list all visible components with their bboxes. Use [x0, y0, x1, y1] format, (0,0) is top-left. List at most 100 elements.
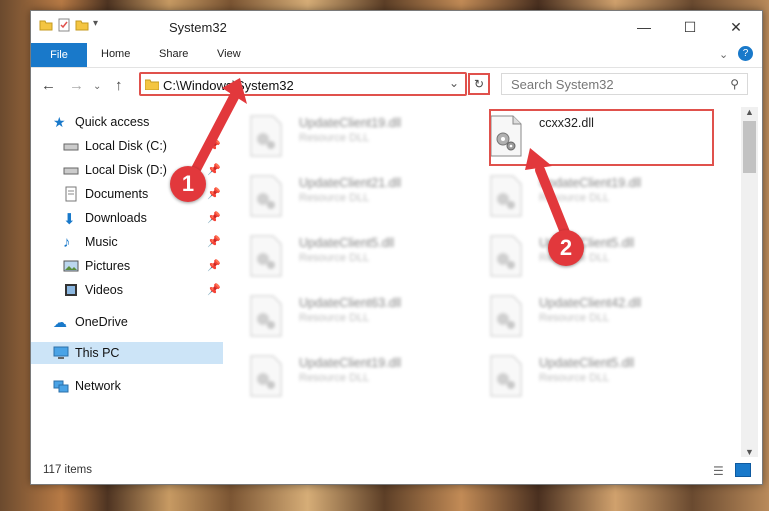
ribbon: File Home Share View ⌄ ?	[31, 43, 762, 68]
pin-icon: 📌	[207, 140, 221, 152]
dll-file-icon	[490, 355, 522, 397]
pin-icon: 📌	[207, 236, 221, 248]
tab-share[interactable]: Share	[159, 48, 188, 60]
file-type: Resource DLL	[299, 132, 370, 144]
file-name: UpdateClient19.dll	[299, 356, 402, 370]
sidebar-item-downloads[interactable]: ⬇ Downloads	[63, 207, 147, 229]
search-box[interactable]: Search System32 ⚲	[501, 73, 748, 95]
file-item[interactable]: UpdateClient5.dll Resource DLL	[231, 231, 461, 283]
step-1-badge: 1	[170, 166, 206, 202]
file-name: UpdateClient19.dll	[299, 116, 402, 130]
maximize-button[interactable]: ☐	[667, 11, 713, 43]
file-item[interactable]: UpdateClient19.dll Resource DLL	[471, 171, 701, 223]
file-type: Resource DLL	[299, 312, 370, 324]
scroll-up-icon[interactable]: ▲	[745, 107, 754, 117]
network-icon	[53, 378, 69, 394]
close-button[interactable]: ✕	[713, 11, 759, 43]
dll-file-icon	[250, 355, 282, 397]
sidebar-item-onedrive[interactable]: ☁ OneDrive	[53, 311, 128, 333]
file-name: UpdateClient42.dll	[539, 296, 642, 310]
expand-ribbon-icon[interactable]: ⌄	[719, 48, 728, 61]
sidebar-item-this-pc[interactable]: This PC	[53, 342, 119, 364]
sidebar-label: Network	[75, 379, 121, 393]
sidebar-label: OneDrive	[75, 315, 128, 329]
file-type: Resource DLL	[539, 312, 610, 324]
customize-toolbar-icon[interactable]: ▾	[93, 18, 107, 32]
file-item[interactable]: UpdateClient63.dll Resource DLL	[231, 291, 461, 343]
tab-file[interactable]: File	[31, 43, 87, 67]
tab-view[interactable]: View	[217, 48, 241, 60]
file-item[interactable]: UpdateClient19.dll Resource DLL	[231, 351, 461, 403]
back-button[interactable]: ←	[41, 77, 56, 94]
file-item[interactable]: UpdateClient5.dll Resource DLL	[471, 231, 701, 283]
file-type: Resource DLL	[299, 252, 370, 264]
properties-icon[interactable]	[57, 18, 71, 32]
pin-icon: 📌	[207, 260, 221, 272]
folder-icon	[144, 78, 160, 93]
sidebar-label: This PC	[75, 346, 120, 360]
sidebar-label: Quick access	[75, 115, 150, 129]
file-type: Resource DLL	[539, 192, 610, 204]
file-type: Resource DLL	[539, 372, 610, 384]
dll-file-icon	[250, 175, 282, 217]
navigation-pane: ★ Quick access Local Disk (C:) 📌 Local D…	[31, 107, 227, 447]
scroll-down-icon[interactable]: ▼	[745, 447, 754, 457]
sidebar-item-quick-access[interactable]: ★ Quick access	[53, 111, 149, 133]
address-path: C:\Windows\System32	[163, 78, 294, 93]
minimize-button[interactable]: —	[621, 11, 667, 43]
pin-icon: 📌	[207, 164, 221, 176]
drive-icon	[63, 138, 79, 154]
file-item[interactable]: UpdateClient5.dll Resource DLL	[471, 351, 701, 403]
sidebar-item-local-disk-c[interactable]: Local Disk (C:)	[63, 135, 167, 157]
sidebar-item-music[interactable]: ♪ Music	[63, 231, 118, 253]
file-highlight-box	[489, 109, 714, 166]
dll-file-icon	[250, 115, 282, 157]
file-item[interactable]: UpdateClient21.dll Resource DLL	[231, 171, 461, 223]
music-icon: ♪	[63, 234, 71, 251]
computer-icon	[53, 345, 69, 361]
star-icon: ★	[53, 114, 66, 130]
vertical-scrollbar[interactable]: ▲ ▼	[741, 107, 758, 457]
sidebar-label: Local Disk (C:)	[85, 139, 167, 153]
file-name: UpdateClient63.dll	[299, 296, 402, 310]
pin-icon: 📌	[207, 212, 221, 224]
pin-icon: 📌	[207, 284, 221, 296]
title-bar: ▾ System32 — ☐ ✕	[31, 11, 762, 43]
help-icon[interactable]: ?	[738, 46, 753, 61]
details-view-icon[interactable]: ☰	[713, 464, 724, 478]
search-input[interactable]: Search System32	[511, 77, 614, 92]
forward-button[interactable]: →	[69, 77, 84, 94]
sidebar-item-documents[interactable]: Documents	[63, 183, 148, 205]
scrollbar-thumb[interactable]	[743, 121, 756, 173]
up-button[interactable]: ↑	[115, 77, 123, 94]
sidebar-item-videos[interactable]: Videos	[63, 279, 123, 301]
large-icons-view-icon[interactable]	[735, 463, 751, 477]
new-folder-icon[interactable]	[75, 18, 89, 32]
file-name: UpdateClient5.dll	[299, 236, 395, 250]
sidebar-item-pictures[interactable]: Pictures	[63, 255, 130, 277]
dll-file-icon	[490, 175, 522, 217]
documents-icon	[63, 186, 79, 202]
pictures-icon	[63, 258, 79, 274]
dll-file-icon	[250, 295, 282, 337]
refresh-button[interactable]: ↻	[468, 73, 490, 95]
sidebar-label: Downloads	[85, 211, 147, 225]
address-dropdown-icon[interactable]: ⌄	[449, 76, 459, 90]
file-type: Resource DLL	[299, 372, 370, 384]
file-item[interactable]: UpdateClient42.dll Resource DLL	[471, 291, 701, 343]
window-title: System32	[169, 20, 227, 35]
file-item[interactable]: UpdateClient19.dll Resource DLL	[231, 111, 461, 163]
recent-locations-icon[interactable]: ⌄	[93, 81, 101, 92]
folder-icon[interactable]	[39, 18, 53, 32]
address-bar[interactable]: C:\Windows\System32 ⌄	[139, 72, 467, 96]
sidebar-label: Local Disk (D:)	[85, 163, 167, 177]
sidebar-label: Videos	[85, 283, 123, 297]
sidebar-item-network[interactable]: Network	[53, 375, 121, 397]
step-2-badge: 2	[548, 230, 584, 266]
sidebar-label: Documents	[85, 187, 149, 201]
tab-home[interactable]: Home	[101, 48, 130, 60]
navigation-bar: ← → ⌄ ↑ C:\Windows\System32 ⌄ ↻ Search S…	[31, 68, 762, 102]
sidebar-item-local-disk-d[interactable]: Local Disk (D:)	[63, 159, 167, 181]
sidebar-label: Pictures	[85, 259, 131, 273]
videos-icon	[63, 282, 79, 298]
